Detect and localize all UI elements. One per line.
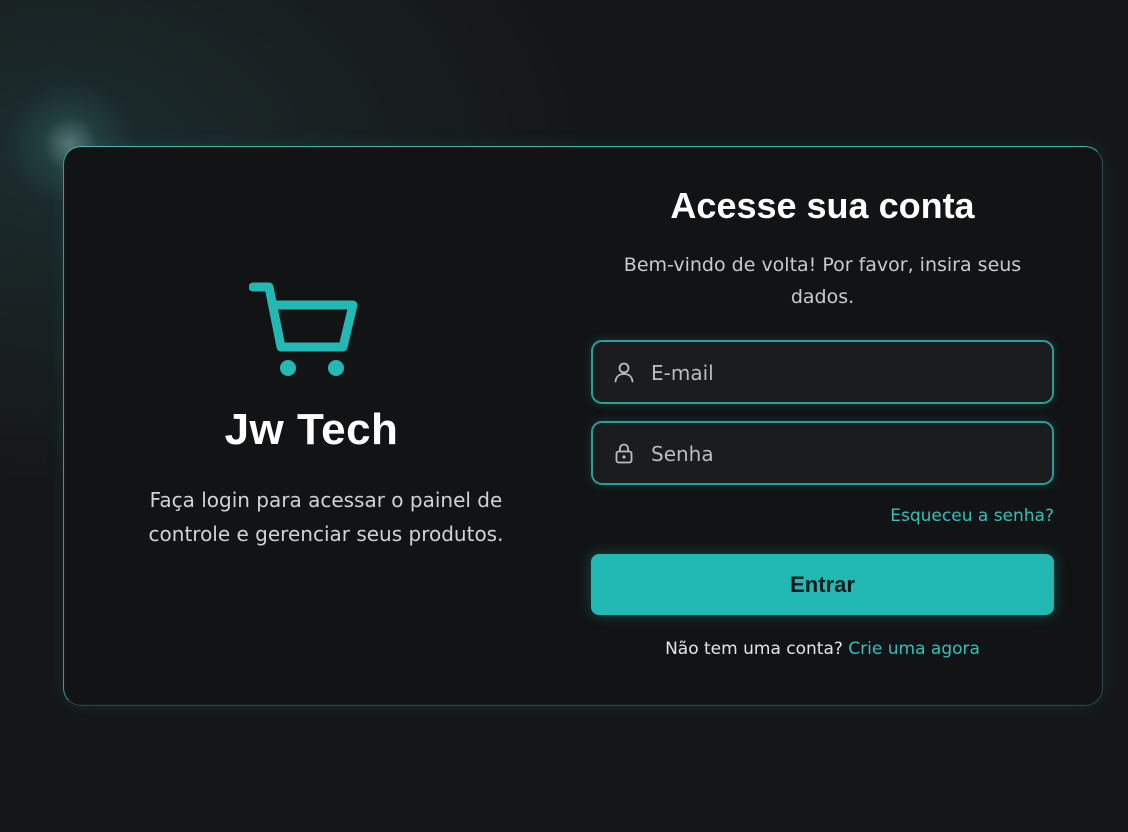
brand-tagline: Faça login para acessar o painel de cont… <box>148 488 504 546</box>
forgot-password-link[interactable]: Esqueceu a senha? <box>890 506 1054 526</box>
email-input[interactable] <box>649 342 1033 404</box>
brand-panel: Jw Tech Faça login para acessar o painel… <box>64 147 574 705</box>
signup-prompt: Não tem uma conta? <box>665 639 843 659</box>
email-field[interactable] <box>591 340 1054 404</box>
login-button[interactable]: Entrar <box>591 554 1054 615</box>
password-field[interactable] <box>591 421 1054 485</box>
signup-link[interactable]: Crie uma agora <box>848 639 980 659</box>
login-form: Acesse sua conta Bem-vindo de volta! Por… <box>591 147 1054 705</box>
user-icon <box>614 362 634 383</box>
signup-row: Não tem uma conta? Crie uma agora <box>591 639 1054 659</box>
login-card: Jw Tech Faça login para acessar o painel… <box>63 146 1103 706</box>
lock-icon <box>615 443 633 464</box>
form-subtitle: Bem-vindo de volta! Por favor, insira se… <box>623 254 1022 308</box>
password-input[interactable] <box>649 423 1033 485</box>
form-title: Acesse sua conta <box>670 185 975 226</box>
shopping-cart-icon <box>249 282 358 376</box>
brand-name: Jw Tech <box>224 405 399 454</box>
